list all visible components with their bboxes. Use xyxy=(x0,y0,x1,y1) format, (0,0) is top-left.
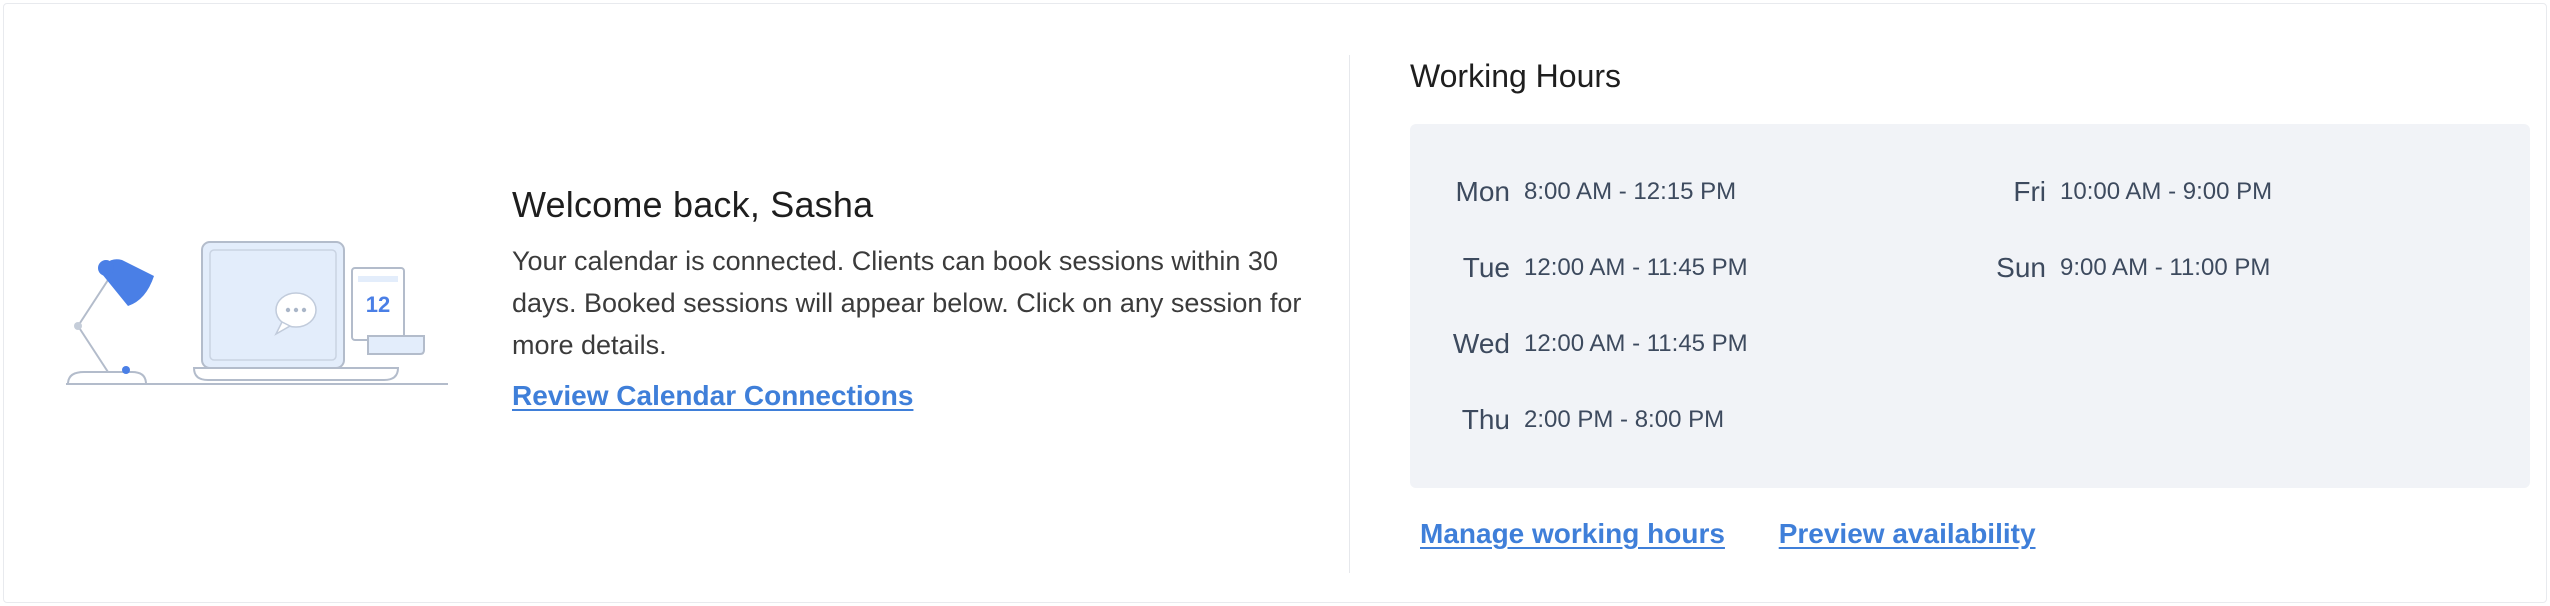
svg-text:12: 12 xyxy=(366,292,390,317)
day-label: Mon xyxy=(1455,176,1510,207)
day-label: Fri xyxy=(2013,176,2046,207)
hours-row-thu: Thu 2:00 PM - 8:00 PM xyxy=(1448,400,1724,440)
hours-row-mon: Mon 8:00 AM - 12:15 PM xyxy=(1448,172,1737,212)
welcome-message: Your calendar is connected. Clients can … xyxy=(512,246,1302,360)
working-hours-actions: Manage working hours Preview availabilit… xyxy=(1420,518,2082,550)
hours-value: 12:00 AM - 11:45 PM xyxy=(1524,254,1748,281)
hours-value: 9:00 AM - 11:00 PM xyxy=(2060,254,2271,281)
welcome-illustration: 12 xyxy=(66,241,448,385)
working-hours-panel: Mon 8:00 AM - 12:15 PM Tue 12:00 AM - 11… xyxy=(1410,124,2530,488)
hours-value: 10:00 AM - 9:00 PM xyxy=(2060,178,2273,205)
manage-working-hours-link[interactable]: Manage working hours xyxy=(1420,518,1725,549)
desk-lamp-icon xyxy=(66,259,154,385)
preview-availability-link[interactable]: Preview availability xyxy=(1779,518,2036,549)
day-label: Tue xyxy=(1462,252,1510,283)
welcome-section: Welcome back, Sasha Your calendar is con… xyxy=(512,184,1312,412)
welcome-heading: Welcome back, Sasha xyxy=(512,184,874,225)
hours-row-fri: Fri 10:00 AM - 9:00 PM xyxy=(1984,172,2272,212)
hours-row-wed: Wed 12:00 AM - 11:45 PM xyxy=(1448,324,1748,364)
day-label: Wed xyxy=(1452,328,1510,359)
hours-value: 8:00 AM - 12:15 PM xyxy=(1524,178,1737,205)
working-hours-title: Working Hours xyxy=(1410,58,1622,94)
review-calendar-connections-link[interactable]: Review Calendar Connections xyxy=(512,380,913,412)
hours-value: 12:00 AM - 11:45 PM xyxy=(1524,330,1748,357)
section-divider xyxy=(1349,55,1350,573)
hours-row-sun: Sun 9:00 AM - 11:00 PM xyxy=(1984,248,2270,288)
hours-row-tue: Tue 12:00 AM - 11:45 PM xyxy=(1448,248,1748,288)
calendar-icon: 12 xyxy=(351,267,425,355)
day-label: Sun xyxy=(1996,252,2046,283)
day-label: Thu xyxy=(1461,404,1510,435)
hours-value: 2:00 PM - 8:00 PM xyxy=(1524,406,1725,433)
